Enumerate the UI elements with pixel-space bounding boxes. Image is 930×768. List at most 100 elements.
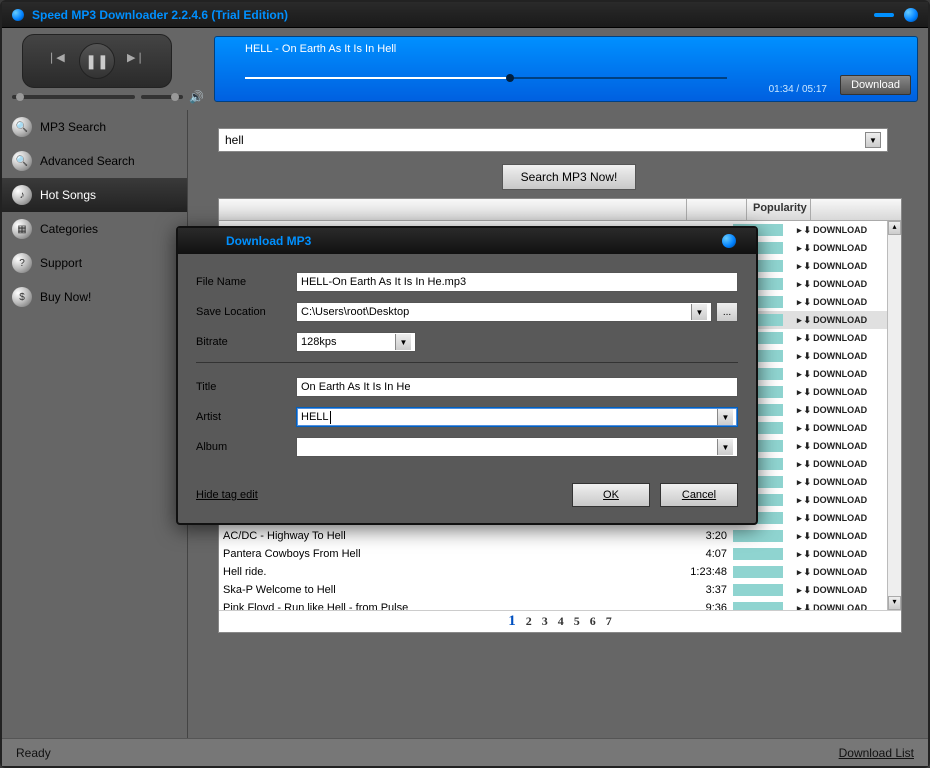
download-link[interactable]: ▸⬇DOWNLOAD [797,333,887,344]
album-combo[interactable]: ▼ [296,437,738,457]
label-file-name: File Name [196,276,296,288]
download-link[interactable]: ▸⬇DOWNLOAD [797,297,887,308]
play-icon: ▸ [797,387,802,398]
download-link[interactable]: ▸⬇DOWNLOAD [797,423,887,434]
row-length: 3:37 [673,584,733,596]
col-download[interactable] [811,199,901,220]
download-list-link[interactable]: Download List [839,746,914,760]
download-link[interactable]: ▸⬇DOWNLOAD [797,495,887,506]
page-link[interactable]: 2 [526,614,532,629]
table-row[interactable]: Ska-P Welcome to Hell3:37 ▸⬇DOWNLOAD [219,581,887,599]
scroll-up-button[interactable]: ▴ [888,221,901,235]
page-link[interactable]: 5 [574,614,580,629]
download-link[interactable]: ▸⬇DOWNLOAD [797,369,887,380]
download-link[interactable]: ▸⬇DOWNLOAD [797,549,887,560]
label-artist: Artist [196,411,296,423]
cancel-button[interactable]: Cancel [660,483,738,507]
seek-slider[interactable] [12,95,135,99]
volume-slider[interactable] [141,95,183,99]
next-track-button[interactable]: ▶❘ [127,51,147,71]
download-arrow-icon: ⬇ [804,441,812,452]
sidebar-item-buy-now[interactable]: $Buy Now! [2,280,187,314]
download-arrow-icon: ⬇ [804,297,812,308]
bitrate-combo[interactable]: 128kps▼ [296,332,416,352]
scroll-down-button[interactable]: ▾ [888,596,901,610]
download-link[interactable]: ▸⬇DOWNLOAD [797,315,887,326]
download-link[interactable]: ▸⬇DOWNLOAD [797,225,887,236]
browse-button[interactable]: ... [716,302,738,322]
download-link[interactable]: ▸⬇DOWNLOAD [797,405,887,416]
search-input[interactable]: hell ▼ [218,128,888,152]
page-link[interactable]: 4 [558,614,564,629]
download-link[interactable]: ▸⬇DOWNLOAD [797,531,887,542]
app-window: Speed MP3 Downloader 2.2.4.6 (Trial Edit… [0,0,930,768]
sidebar-item-hot-songs[interactable]: ♪Hot Songs [2,178,187,212]
label-bitrate: Bitrate [196,336,296,348]
col-popularity[interactable]: Popularity [747,199,811,220]
sidebar-item-advanced-search[interactable]: 🔍Advanced Search [2,144,187,178]
page-link[interactable]: 6 [590,614,596,629]
statusbar: Ready Download List [2,738,928,766]
download-link[interactable]: ▸⬇DOWNLOAD [797,279,887,290]
download-arrow-icon: ⬇ [804,459,812,470]
cart-icon: $ [12,287,32,307]
download-arrow-icon: ⬇ [804,477,812,488]
download-link[interactable]: ▸⬇DOWNLOAD [797,585,887,596]
col-length[interactable] [687,199,747,220]
play-icon: ▸ [797,225,802,236]
table-row[interactable]: Pink Floyd - Run like Hell - from Pulse9… [219,599,887,610]
search-button[interactable]: Search MP3 Now! [502,164,637,190]
file-name-input[interactable] [296,272,738,292]
chevron-down-icon[interactable]: ▼ [691,304,707,320]
download-link[interactable]: ▸⬇DOWNLOAD [797,243,887,254]
sidebar-item-categories[interactable]: ▦Categories [2,212,187,246]
download-arrow-icon: ⬇ [804,495,812,506]
results-header: Popularity [219,199,901,221]
chevron-down-icon[interactable]: ▼ [717,439,733,455]
download-link[interactable]: ▸⬇DOWNLOAD [797,459,887,470]
table-row[interactable]: Pantera Cowboys From Hell4:07▸⬇DOWNLOAD [219,545,887,563]
ok-button[interactable]: OK [572,483,650,507]
save-location-combo[interactable]: C:\Users\root\Desktop▼ [296,302,712,322]
download-link[interactable]: ▸⬇DOWNLOAD [797,441,887,452]
dialog-close-orb[interactable] [722,234,736,248]
download-link[interactable]: ▸⬇DOWNLOAD [797,477,887,488]
download-link[interactable]: ▸⬇DOWNLOAD [797,603,887,611]
row-title: Ska-P Welcome to Hell [219,584,673,596]
col-title[interactable] [219,199,687,220]
now-playing-panel: HELL - On Earth As It Is In Hell 01:34 /… [214,36,918,102]
progress-bar[interactable] [245,77,727,79]
volume-icon[interactable]: 🔊 [189,90,204,104]
table-row[interactable]: Hell ride.1:23:48▸⬇DOWNLOAD [219,563,887,581]
dialog-titlebar[interactable]: Download MP3 [178,228,756,254]
download-link[interactable]: ▸⬇DOWNLOAD [797,513,887,524]
titlebar[interactable]: Speed MP3 Downloader 2.2.4.6 (Trial Edit… [2,2,928,28]
hide-tag-edit-link[interactable]: Hide tag edit [196,489,258,501]
download-link[interactable]: ▸⬇DOWNLOAD [797,351,887,362]
page-link[interactable]: 1 [508,613,516,630]
vertical-scrollbar[interactable]: ▴ ▾ [887,221,901,610]
download-arrow-icon: ⬇ [804,225,812,236]
minimize-button[interactable] [874,13,894,17]
prev-track-button[interactable]: ❘◀ [47,51,67,71]
chevron-down-icon[interactable]: ▼ [717,409,733,425]
page-link[interactable]: 3 [542,614,548,629]
pause-button[interactable]: ❚❚ [79,43,115,79]
download-link[interactable]: ▸⬇DOWNLOAD [797,567,887,578]
download-link[interactable]: ▸⬇DOWNLOAD [797,387,887,398]
title-input[interactable] [296,377,738,397]
play-icon: ▸ [797,297,802,308]
table-row[interactable]: AC/DC - Highway To Hell3:20▸⬇DOWNLOAD [219,527,887,545]
sidebar-item-label: Hot Songs [40,188,96,202]
chevron-down-icon[interactable]: ▼ [395,334,411,350]
row-length: 3:20 [673,530,733,542]
sidebar-item-support[interactable]: ?Support [2,246,187,280]
download-current-button[interactable]: Download [840,75,911,95]
chevron-down-icon[interactable]: ▼ [865,132,881,148]
close-orb-button[interactable] [904,8,918,22]
sidebar-item-mp3-search[interactable]: 🔍MP3 Search [2,110,187,144]
artist-combo[interactable]: HELL▼ [296,407,738,427]
play-icon: ▸ [797,369,802,380]
page-link[interactable]: 7 [606,614,612,629]
download-link[interactable]: ▸⬇DOWNLOAD [797,261,887,272]
